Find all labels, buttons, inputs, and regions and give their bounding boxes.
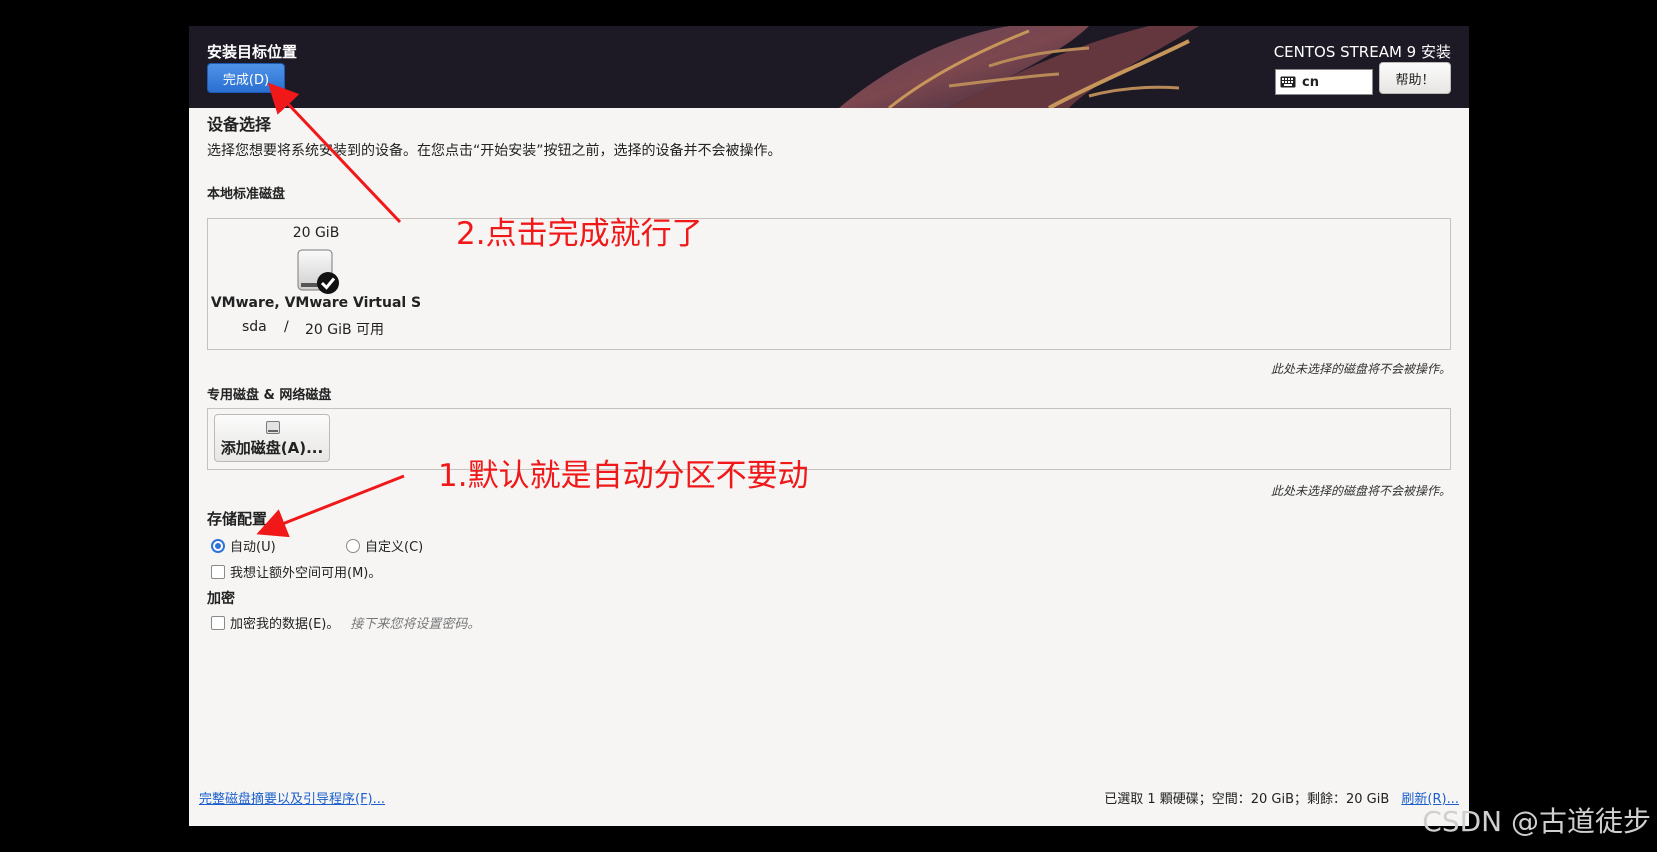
watermark: CSDN @古道徒步 xyxy=(1422,805,1651,838)
annotation-step1: 1.默认就是自动分区不要动 xyxy=(438,458,809,494)
annotation-step2: 2.点击完成就行了 xyxy=(456,216,703,252)
arrow-to-auto-option xyxy=(256,474,405,538)
arrow-to-done-button xyxy=(267,82,402,224)
annotation-arrows xyxy=(256,82,405,538)
